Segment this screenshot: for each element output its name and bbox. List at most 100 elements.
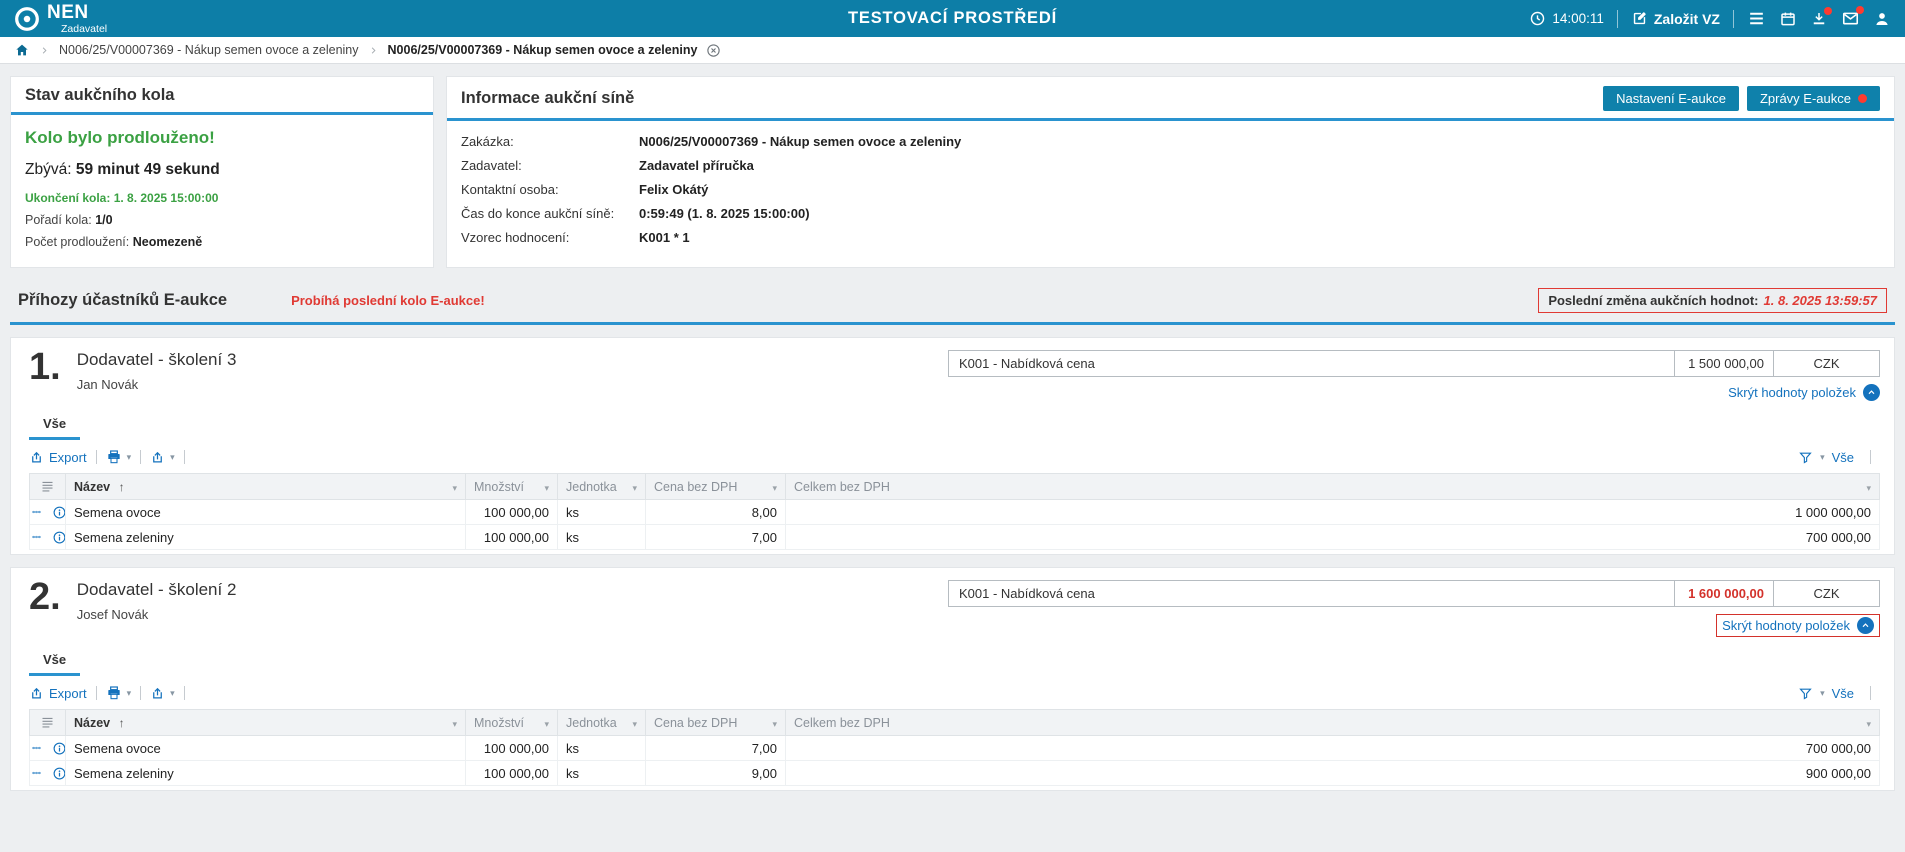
info-icon[interactable] [52,505,66,520]
item-unit-price: 8,00 [646,500,786,525]
caret-down-icon[interactable]: ▾ [1866,719,1871,730]
export-label: Export [49,450,87,465]
caret-down-icon[interactable]: ▾ [1820,689,1825,698]
view-all-link[interactable]: Vše [1832,686,1854,701]
info-icon[interactable] [52,530,66,545]
toggle-highlight-box: Skrýt hodnoty položek [1716,614,1880,637]
item-unit: ks [558,500,646,525]
column-header-name[interactable]: Název ↑ ▾ [66,710,466,736]
export-menu-button[interactable]: ▾ [150,686,175,701]
toolbar-divider [140,450,141,464]
hide-item-values-link[interactable]: Skrýt hodnoty položek [1728,384,1880,401]
print-button[interactable]: ▾ [106,449,132,465]
tab-all[interactable]: Vše [29,413,80,440]
hide-item-values-label: Skrýt hodnoty položek [1722,618,1850,633]
home-button[interactable] [14,42,30,58]
info-icon[interactable] [52,741,66,756]
round-extensions: Počet prodloužení: Neomezeně [25,235,419,249]
row-menu-icon[interactable] [30,768,44,778]
brand-title: NEN [47,3,107,22]
caret-down-icon[interactable]: ▾ [127,689,132,698]
bidder-company: Dodavatel - školení 3 [77,350,237,370]
hide-item-values-link[interactable]: Skrýt hodnoty položek [1722,617,1874,634]
create-vz-button[interactable]: Založit VZ [1631,10,1720,27]
bid-currency: CZK [1773,350,1880,377]
export-button[interactable]: Export [29,686,87,701]
column-header-unit-price[interactable]: Cena bez DPH▾ [646,710,786,736]
round-extensions-label: Počet prodloužení: [25,235,129,249]
item-quantity: 100 000,00 [466,736,558,761]
tab-all[interactable]: Vše [29,649,80,676]
download-notification-dot [1824,7,1832,15]
caret-down-icon[interactable]: ▾ [1820,453,1825,462]
close-tab-button[interactable] [706,43,721,58]
downloads-button[interactable] [1810,10,1828,28]
caret-down-icon[interactable]: ▾ [1866,483,1871,494]
caret-down-icon[interactable]: ▾ [632,719,637,730]
export-icon [150,450,165,465]
breadcrumb-item[interactable]: N006/25/V00007369 - Nákup semen ovoce a … [59,43,359,57]
caret-down-icon[interactable]: ▾ [544,483,549,494]
table-row: Semena ovoce 100 000,00 ks 8,00 1 000 00… [30,500,1880,525]
caret-down-icon[interactable]: ▾ [632,483,637,494]
sort-ascending-icon[interactable]: ↑ [119,716,125,730]
round-order-value: 1/0 [95,213,112,227]
breadcrumb-item-active[interactable]: N006/25/V00007369 - Nákup semen ovoce a … [388,43,698,57]
filter-button[interactable] [1798,450,1813,465]
column-header-total[interactable]: Celkem bez DPH▾ [786,474,1880,500]
menu-button[interactable] [1747,9,1766,28]
round-order: Pořadí kola: 1/0 [25,213,419,227]
caret-down-icon[interactable]: ▾ [170,453,175,462]
caret-down-icon[interactable]: ▾ [127,453,132,462]
column-header-quantity[interactable]: Množství▾ [466,710,558,736]
view-all-link[interactable]: Vše [1832,450,1854,465]
filter-button[interactable] [1798,686,1813,701]
info-row-label: Vzorec hodnocení: [461,230,639,245]
close-icon [706,43,721,58]
row-menu-icon[interactable] [30,532,44,542]
export-icon [29,686,44,701]
column-unit-label: Jednotka [566,716,617,730]
caret-down-icon[interactable]: ▾ [772,719,777,730]
edit-icon [1631,10,1648,27]
caret-down-icon[interactable]: ▾ [170,689,175,698]
caret-down-icon[interactable]: ▾ [544,719,549,730]
item-total: 700 000,00 [786,736,1880,761]
column-header-unit[interactable]: Jednotka▾ [558,474,646,500]
brand[interactable]: NEN Zadavatel [14,3,107,35]
tab-bar: Vše [29,649,1880,676]
item-name: Semena zeleniny [66,525,466,550]
chevron-up-icon[interactable] [1863,384,1880,401]
item-unit-price: 7,00 [646,736,786,761]
column-header-unit[interactable]: Jednotka ▾ [558,710,646,736]
last-change-value: 1. 8. 2025 13:59:57 [1764,293,1877,308]
export-menu-button[interactable]: ▾ [150,450,175,465]
clock-icon [1529,10,1546,27]
profile-button[interactable] [1873,10,1891,28]
bidder-card: 2. Dodavatel - školení 2 Josef Novák K00… [10,567,1895,791]
eauction-settings-button[interactable]: Nastavení E-aukce [1603,86,1739,111]
column-header-total[interactable]: Celkem bez DPH▾ [786,710,1880,736]
column-header-unit-price[interactable]: Cena bez DPH▾ [646,474,786,500]
column-chooser-button[interactable] [30,710,66,736]
eauction-messages-button[interactable]: Zprávy E-aukce [1747,86,1880,111]
export-label: Export [49,686,87,701]
caret-down-icon[interactable]: ▾ [452,719,457,730]
sort-ascending-icon[interactable]: ↑ [119,480,125,494]
row-menu-icon[interactable] [30,507,44,517]
bid-value: 1 500 000,00 [1674,350,1774,377]
column-header-quantity[interactable]: Množství▾ [466,474,558,500]
info-icon[interactable] [52,766,66,781]
calendar-button[interactable] [1779,10,1797,28]
chevron-up-icon[interactable] [1857,617,1874,634]
tab-bar: Vše [29,413,1880,440]
column-chooser-button[interactable] [30,474,66,500]
print-button[interactable]: ▾ [106,685,132,701]
messages-button[interactable] [1841,9,1860,28]
bidder-card: 1. Dodavatel - školení 3 Jan Novák K001 … [10,337,1895,555]
caret-down-icon[interactable]: ▾ [772,483,777,494]
column-header-name[interactable]: Název ↑ ▾ [66,474,466,500]
caret-down-icon[interactable]: ▾ [452,483,457,494]
export-button[interactable]: Export [29,450,87,465]
row-menu-icon[interactable] [30,743,44,753]
